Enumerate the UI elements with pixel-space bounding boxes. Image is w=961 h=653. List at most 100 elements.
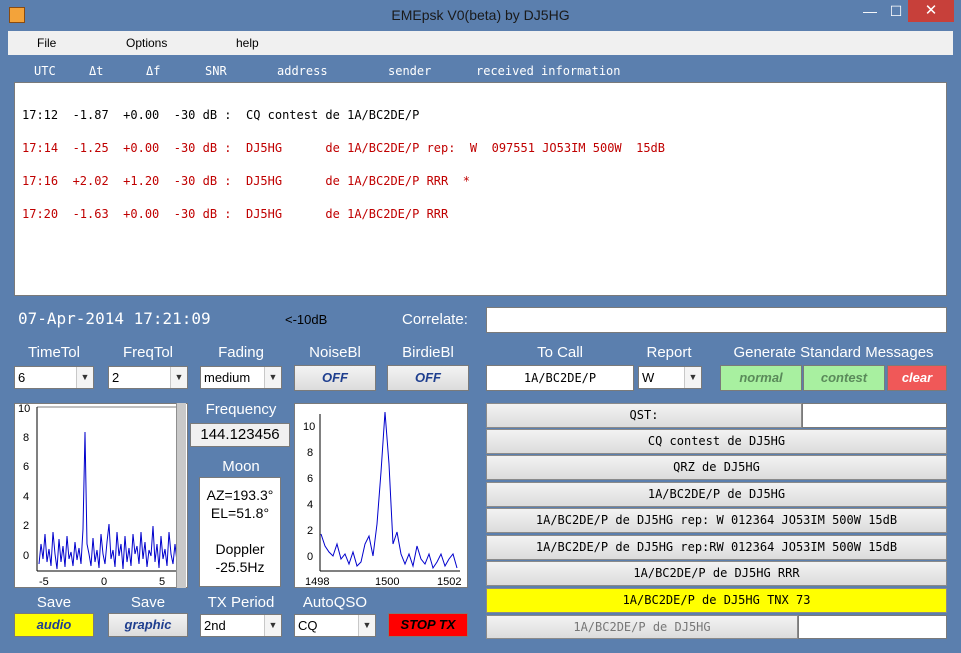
- report-select[interactable]: W ▼: [638, 366, 702, 389]
- plot1-ytick: 4: [23, 491, 29, 503]
- message-button-cq[interactable]: CQ contest de DJ5HG: [486, 429, 947, 454]
- message-button-rrr[interactable]: 1A/BC2DE/P de DJ5HG RRR: [486, 561, 947, 586]
- plot1-ytick: 0: [23, 550, 29, 562]
- frequency-display: 144.123456: [190, 423, 290, 447]
- txperiod-label: TX Period: [207, 594, 275, 611]
- window-title: EMEpsk V0(beta) by DJ5HG: [391, 7, 570, 23]
- plot1-ytick: 10: [18, 404, 30, 415]
- log-row[interactable]: 17:20 -1.63 +0.00 -30 dB : DJ5HG de 1A/B…: [22, 206, 939, 223]
- contest-button[interactable]: contest: [803, 365, 885, 391]
- message-button-tnx73[interactable]: 1A/BC2DE/P de DJ5HG TNX 73: [486, 588, 947, 613]
- plot1-ytick: 6: [23, 461, 29, 473]
- generate-messages-label: Generate Standard Messages: [733, 344, 934, 361]
- log-row[interactable]: 17:14 -1.25 +0.00 -30 dB : DJ5HG de 1A/B…: [22, 140, 939, 157]
- menu-file[interactable]: File: [37, 36, 56, 50]
- normal-button[interactable]: normal: [720, 365, 802, 391]
- report-label: Report: [646, 344, 692, 361]
- noisebl-toggle-button[interactable]: OFF: [294, 365, 376, 391]
- log-row[interactable]: 17:12 -1.87 +0.00 -30 dB : CQ contest de…: [22, 107, 939, 124]
- message-button-roger-report[interactable]: 1A/BC2DE/P de DJ5HG rep:RW 012364 JO53IM…: [486, 535, 947, 560]
- correlation-trace: [320, 411, 458, 570]
- menu-options[interactable]: Options: [126, 36, 167, 50]
- autoqso-value: CQ: [298, 618, 318, 633]
- received-messages-log[interactable]: 17:12 -1.87 +0.00 -30 dB : CQ contest de…: [14, 82, 947, 296]
- plot1-ytick: 2: [23, 520, 29, 532]
- plot2-ytick: 10: [303, 421, 315, 433]
- plot2-xtick: 1502: [437, 576, 461, 587]
- moon-elevation: EL=51.8°: [210, 505, 270, 521]
- menu-help[interactable]: help: [236, 36, 259, 50]
- freqtol-select[interactable]: 2 ▼: [108, 366, 188, 389]
- spectrum-scrollbar[interactable]: [176, 403, 186, 588]
- timetol-select[interactable]: 6 ▼: [14, 366, 94, 389]
- clear-button[interactable]: clear: [887, 365, 947, 391]
- header-sender: sender: [388, 64, 432, 78]
- report-value: W: [642, 370, 655, 385]
- noisebl-label: NoiseBl: [309, 344, 361, 361]
- plot1-xtick: 5: [159, 576, 165, 587]
- save-graphic-label: Save: [130, 594, 166, 611]
- timetol-value: 6: [18, 370, 26, 385]
- timetol-label: TimeTol: [28, 344, 80, 361]
- save-graphic-button[interactable]: graphic: [108, 613, 188, 637]
- chevron-down-icon: ▼: [170, 367, 187, 388]
- qst-button[interactable]: QST:: [486, 403, 802, 428]
- save-audio-label: Save: [36, 594, 72, 611]
- correlate-field[interactable]: [486, 307, 947, 333]
- stop-tx-button[interactable]: STOP TX: [388, 613, 468, 637]
- plot2-ytick: 6: [307, 473, 313, 485]
- fading-label: Fading: [218, 344, 264, 361]
- correlate-label: Correlate:: [402, 311, 468, 328]
- tx-extra-input[interactable]: [798, 615, 947, 639]
- header-address: address: [277, 64, 328, 78]
- fading-select[interactable]: medium ▼: [200, 366, 282, 389]
- datetime-display: 07-Apr-2014 17:21:09: [18, 309, 211, 328]
- spectrum-plot: 10 8 6 4 2 0 -5 0 5: [14, 403, 188, 588]
- chevron-down-icon: ▼: [358, 615, 375, 636]
- header-utc: UTC: [34, 64, 56, 78]
- save-audio-button[interactable]: audio: [14, 613, 94, 637]
- plot2-xtick: 1500: [375, 576, 399, 587]
- minimize-icon[interactable]: —: [856, 0, 884, 22]
- moon-info-panel: AZ=193.3° EL=51.8° Doppler -25.5Hz: [199, 477, 281, 587]
- spectrum-trace: [38, 431, 178, 570]
- doppler-label: Doppler: [215, 541, 265, 557]
- txperiod-select[interactable]: 2nd ▼: [200, 614, 282, 637]
- message-button-report[interactable]: 1A/BC2DE/P de DJ5HG rep: W 012364 JO53IM…: [486, 508, 947, 533]
- plot2-xtick: 1498: [305, 576, 329, 587]
- txperiod-value: 2nd: [204, 618, 226, 633]
- qst-input[interactable]: [802, 403, 947, 428]
- freqtol-value: 2: [112, 370, 120, 385]
- moon-label: Moon: [222, 458, 260, 475]
- tocall-input[interactable]: 1A/BC2DE/P: [486, 365, 634, 391]
- freqtol-label: FreqTol: [122, 344, 174, 361]
- chevron-down-icon: ▼: [264, 615, 281, 636]
- chevron-down-icon: ▼: [76, 367, 93, 388]
- plot2-ytick: 8: [307, 447, 313, 459]
- close-icon[interactable]: ✕: [908, 0, 954, 22]
- plot2-ytick: 4: [307, 499, 313, 511]
- header-df: Δf: [146, 64, 161, 78]
- tocall-label: To Call: [537, 344, 583, 361]
- birdiebl-toggle-button[interactable]: OFF: [387, 365, 469, 391]
- autoqso-label: AutoQSO: [302, 594, 368, 611]
- header-received-information: received information: [476, 64, 621, 78]
- fading-value: medium: [204, 370, 251, 385]
- message-button-qrz[interactable]: QRZ de DJ5HG: [486, 455, 947, 480]
- plot1-xtick: 0: [101, 576, 107, 587]
- chevron-down-icon: ▼: [264, 367, 281, 388]
- header-dt: Δt: [89, 64, 104, 78]
- tx-current-message[interactable]: 1A/BC2DE/P de DJ5HG: [486, 615, 798, 639]
- autoqso-select[interactable]: CQ ▼: [294, 614, 376, 637]
- plot1-ytick: 8: [23, 432, 29, 444]
- header-snr: SNR: [205, 64, 227, 78]
- birdiebl-label: BirdieBl: [402, 344, 454, 361]
- correlation-plot-svg: 10 8 6 4 2 0 1498 1500 1502: [303, 411, 461, 588]
- maximize-icon[interactable]: ☐: [882, 0, 910, 22]
- log-row[interactable]: 17:16 +2.02 +1.20 -30 dB : DJ5HG de 1A/B…: [22, 173, 939, 190]
- correlation-plot: 10 8 6 4 2 0 1498 1500 1502: [294, 403, 468, 588]
- doppler-value: -25.5Hz: [215, 559, 265, 575]
- frequency-label: Frequency: [205, 401, 277, 418]
- plot2-ytick: 0: [307, 551, 313, 563]
- message-button-call[interactable]: 1A/BC2DE/P de DJ5HG: [486, 482, 947, 507]
